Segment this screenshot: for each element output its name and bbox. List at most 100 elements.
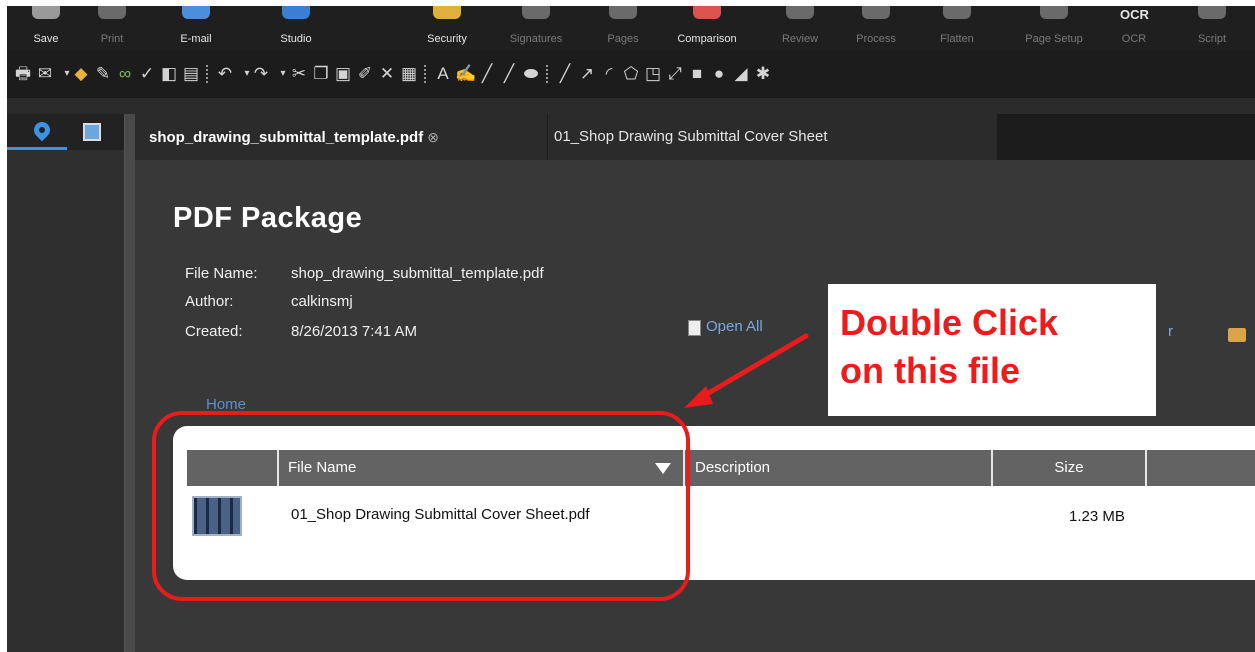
script-icon xyxy=(1198,6,1226,19)
comparison-label: Comparison xyxy=(677,33,737,45)
location-pin-icon xyxy=(30,118,54,142)
email-icon[interactable]: ✉ xyxy=(35,64,55,84)
studio-label: Studio xyxy=(280,33,312,45)
glasses-icon[interactable]: ∞ xyxy=(115,64,135,84)
ocr-icon: OCR xyxy=(1120,7,1149,22)
ocr-label: OCR xyxy=(1121,33,1147,45)
panel-splitter[interactable] xyxy=(124,114,135,652)
author-label: Author: xyxy=(185,293,234,310)
delete-icon[interactable]: ✕ xyxy=(377,64,397,84)
process-button[interactable]: Process xyxy=(843,6,909,50)
eraser-icon[interactable]: ⬬ xyxy=(521,64,541,84)
close-icon[interactable]: ⊗ xyxy=(427,129,439,145)
tab-cover-sheet[interactable]: 01_Shop Drawing Submittal Cover Sheet xyxy=(547,114,997,160)
script-label: Script xyxy=(1197,33,1227,45)
annotation-line-1: Double Click xyxy=(840,302,1059,343)
email-label: E-mail xyxy=(180,33,212,45)
script-button[interactable]: Script xyxy=(1179,6,1245,50)
rectangle-icon[interactable]: ■ xyxy=(687,64,707,84)
separator xyxy=(206,65,209,83)
created-value: 8/26/2013 7:41 AM xyxy=(291,323,417,340)
folder-icon[interactable] xyxy=(1228,328,1246,342)
left-panel xyxy=(7,114,124,652)
page-icon[interactable]: ▤ xyxy=(181,64,201,84)
column-size[interactable]: Size xyxy=(993,450,1147,486)
comparison-button[interactable]: Comparison xyxy=(674,6,740,50)
tab-package[interactable]: shop_drawing_submittal_template.pdf ⊗ xyxy=(135,114,547,160)
signatures-button[interactable]: Signatures xyxy=(503,6,569,50)
flatten-button[interactable]: Flatten xyxy=(924,6,990,50)
print-icon xyxy=(98,6,126,19)
highlighter-icon[interactable]: ╱ xyxy=(499,64,519,84)
shape-icon[interactable]: ◢ xyxy=(731,64,751,84)
studio-icon xyxy=(282,6,310,19)
brush-icon[interactable]: ✐ xyxy=(355,64,375,84)
page-setup-icon xyxy=(1040,6,1068,19)
gear-icon[interactable]: ✱ xyxy=(753,64,773,84)
email-button[interactable]: E-mail xyxy=(163,6,229,50)
tree-icon[interactable] xyxy=(83,123,101,141)
polygon-icon[interactable]: ⬠ xyxy=(621,64,641,84)
signatures-label: Signatures xyxy=(509,33,563,45)
arrow-icon[interactable]: ↗ xyxy=(577,64,597,84)
highlight-circle xyxy=(152,411,690,601)
review-label: Review xyxy=(781,33,819,45)
page-setup-button[interactable]: Page Setup xyxy=(1021,6,1087,50)
print-label: Print xyxy=(100,33,124,45)
panel-tabs xyxy=(7,114,124,150)
created-label: Created: xyxy=(185,323,243,340)
copy-icon[interactable]: ❐ xyxy=(311,64,331,84)
studio-button[interactable]: Studio xyxy=(263,6,329,50)
ellipse-icon[interactable]: ● xyxy=(709,64,729,84)
column-extra[interactable] xyxy=(1147,450,1255,486)
save-label: Save xyxy=(33,33,59,45)
save-button[interactable]: Save xyxy=(13,6,79,50)
redo-icon[interactable]: ↷ xyxy=(251,64,271,84)
pages-label: Pages xyxy=(607,33,639,45)
cut-icon[interactable]: ✂ xyxy=(289,64,309,84)
printer-icon[interactable]: 🖶 xyxy=(13,64,33,84)
text-icon[interactable]: A xyxy=(433,64,453,84)
shield-icon xyxy=(433,6,461,19)
column-description[interactable]: Description xyxy=(685,450,993,486)
quick-toolbar: 🖶 ✉ ▾ ◆ ✎ ∞ ✓ ◧ ▤ ↶ ▾ ↷ ▾ ✂ ❐ ▣ ✐ ✕ ▦ A … xyxy=(7,50,1255,98)
security-button[interactable]: Security xyxy=(414,6,480,50)
email-icon xyxy=(182,6,210,19)
package-icon[interactable]: ◆ xyxy=(71,64,91,84)
spellcheck-icon[interactable]: ✓ xyxy=(137,64,157,84)
open-all-link[interactable]: Open All xyxy=(688,318,763,335)
flatten-icon xyxy=(943,6,971,19)
pages-icon xyxy=(609,6,637,19)
annotation-line-2: on this file xyxy=(840,350,1020,391)
undo-icon[interactable]: ↶ xyxy=(215,64,235,84)
pages-button[interactable]: Pages xyxy=(590,6,656,50)
separator xyxy=(424,65,427,83)
partial-link[interactable]: r xyxy=(1168,323,1173,340)
stamp-icon[interactable]: ▦ xyxy=(399,64,419,84)
separator xyxy=(546,65,549,83)
pen-icon[interactable]: ✍ xyxy=(455,64,476,84)
print-button[interactable]: Print xyxy=(79,6,145,50)
row-file-size: 1.23 MB xyxy=(1069,508,1125,525)
save-icon xyxy=(32,6,60,19)
ocr-icon[interactable]: ◧ xyxy=(159,64,179,84)
review-button[interactable]: Review xyxy=(767,6,833,50)
signature-icon xyxy=(522,6,550,19)
ribbon: Save Print E-mail Studio Security Signat… xyxy=(7,6,1255,50)
review-icon xyxy=(786,6,814,19)
column-size-label: Size xyxy=(1054,459,1084,476)
tab-package-label: shop_drawing_submittal_template.pdf xyxy=(149,129,424,146)
dimension-icon[interactable]: ⤢ xyxy=(665,64,685,84)
edit-icon[interactable]: ✎ xyxy=(93,64,113,84)
pencil-icon[interactable]: ╱ xyxy=(477,64,497,84)
author-value: calkinsmj xyxy=(291,293,353,310)
callout-icon[interactable]: ◳ xyxy=(643,64,663,84)
flatten-label: Flatten xyxy=(940,33,974,45)
paste-icon[interactable]: ▣ xyxy=(333,64,353,84)
process-label: Process xyxy=(856,33,896,45)
tab-places[interactable] xyxy=(7,114,67,150)
tab-cover-sheet-label: 01_Shop Drawing Submittal Cover Sheet xyxy=(554,128,828,145)
ocr-button[interactable]: OCR OCR xyxy=(1101,6,1167,50)
arc-icon[interactable]: ◜ xyxy=(599,64,619,84)
line-icon[interactable]: ╱ xyxy=(555,64,575,84)
